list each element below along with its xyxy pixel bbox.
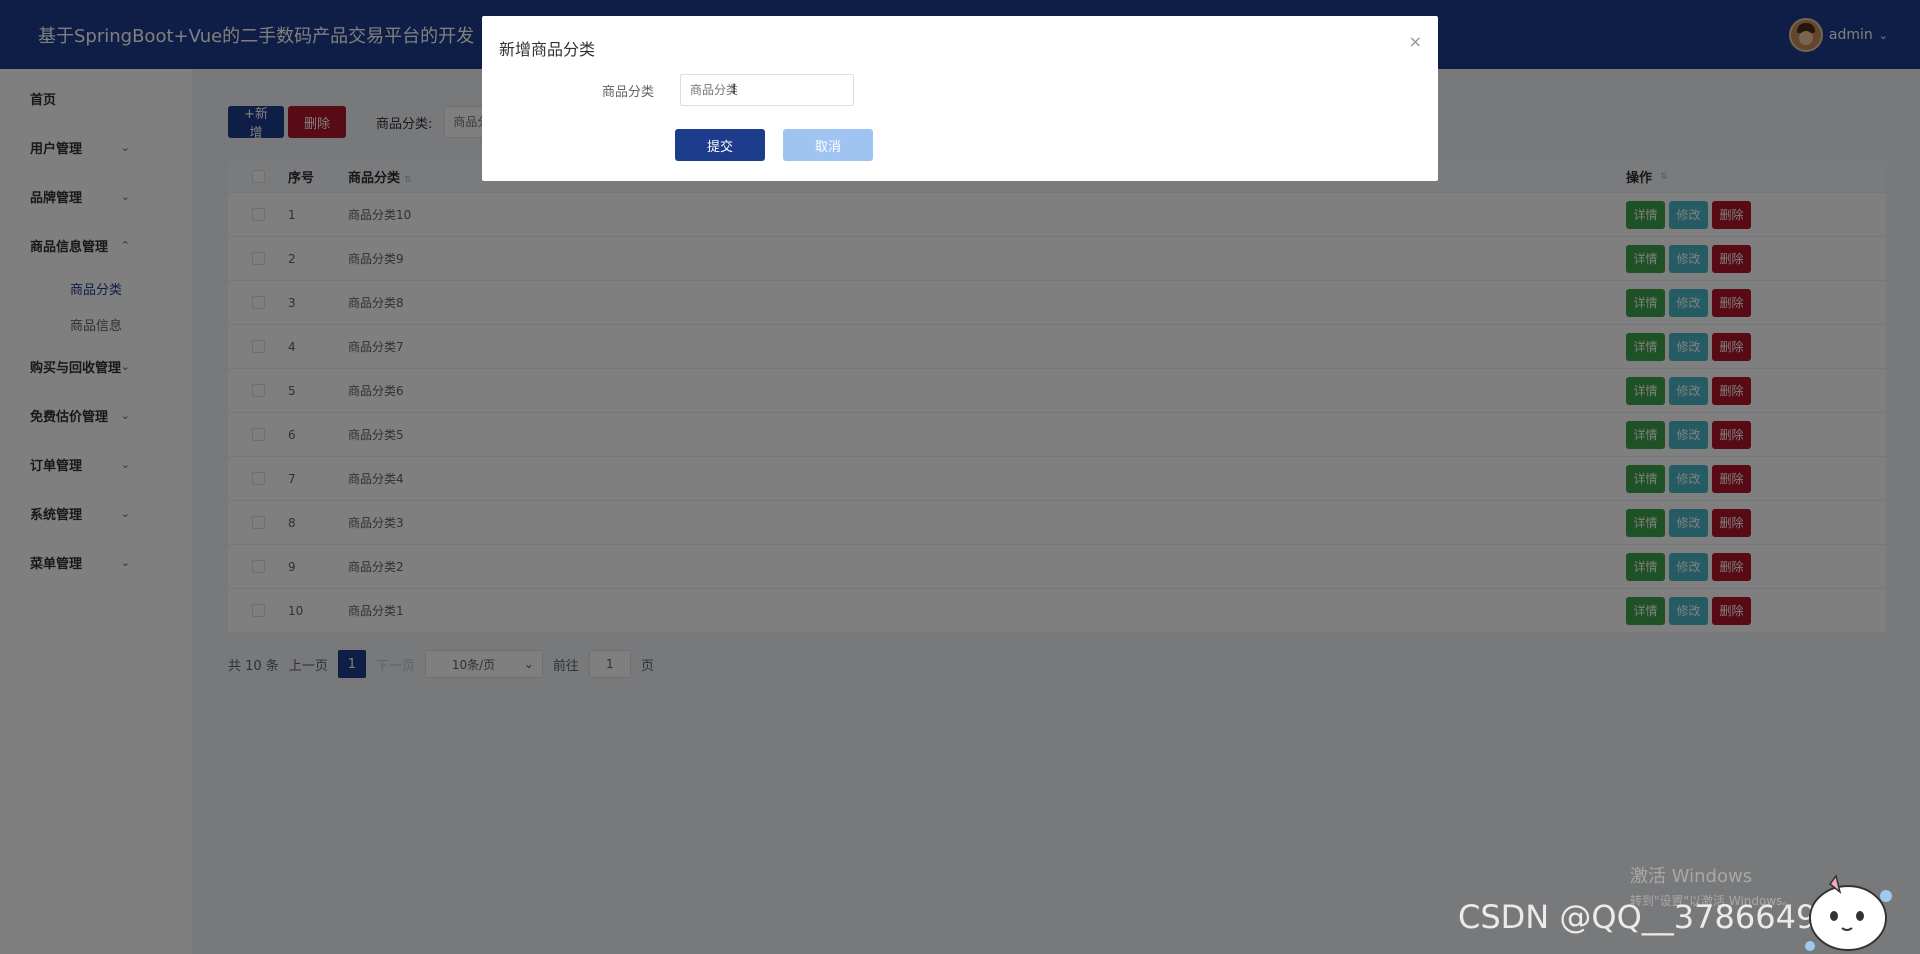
text-cursor-icon: I bbox=[732, 82, 737, 98]
category-name-input[interactable] bbox=[680, 74, 854, 106]
windows-activation-line1: 激活 Windows bbox=[1630, 866, 1753, 887]
dialog-title: 新增商品分类 bbox=[499, 40, 596, 59]
category-field-label: 商品分类 bbox=[602, 85, 655, 100]
add-category-dialog: 新增商品分类 × 商品分类 I 提交 取消 bbox=[482, 16, 1438, 181]
cancel-button[interactable]: 取消 bbox=[783, 129, 873, 161]
mascot-sticker-icon bbox=[1805, 874, 1892, 951]
submit-button[interactable]: 提交 bbox=[675, 129, 765, 161]
close-icon[interactable]: × bbox=[1409, 32, 1422, 51]
